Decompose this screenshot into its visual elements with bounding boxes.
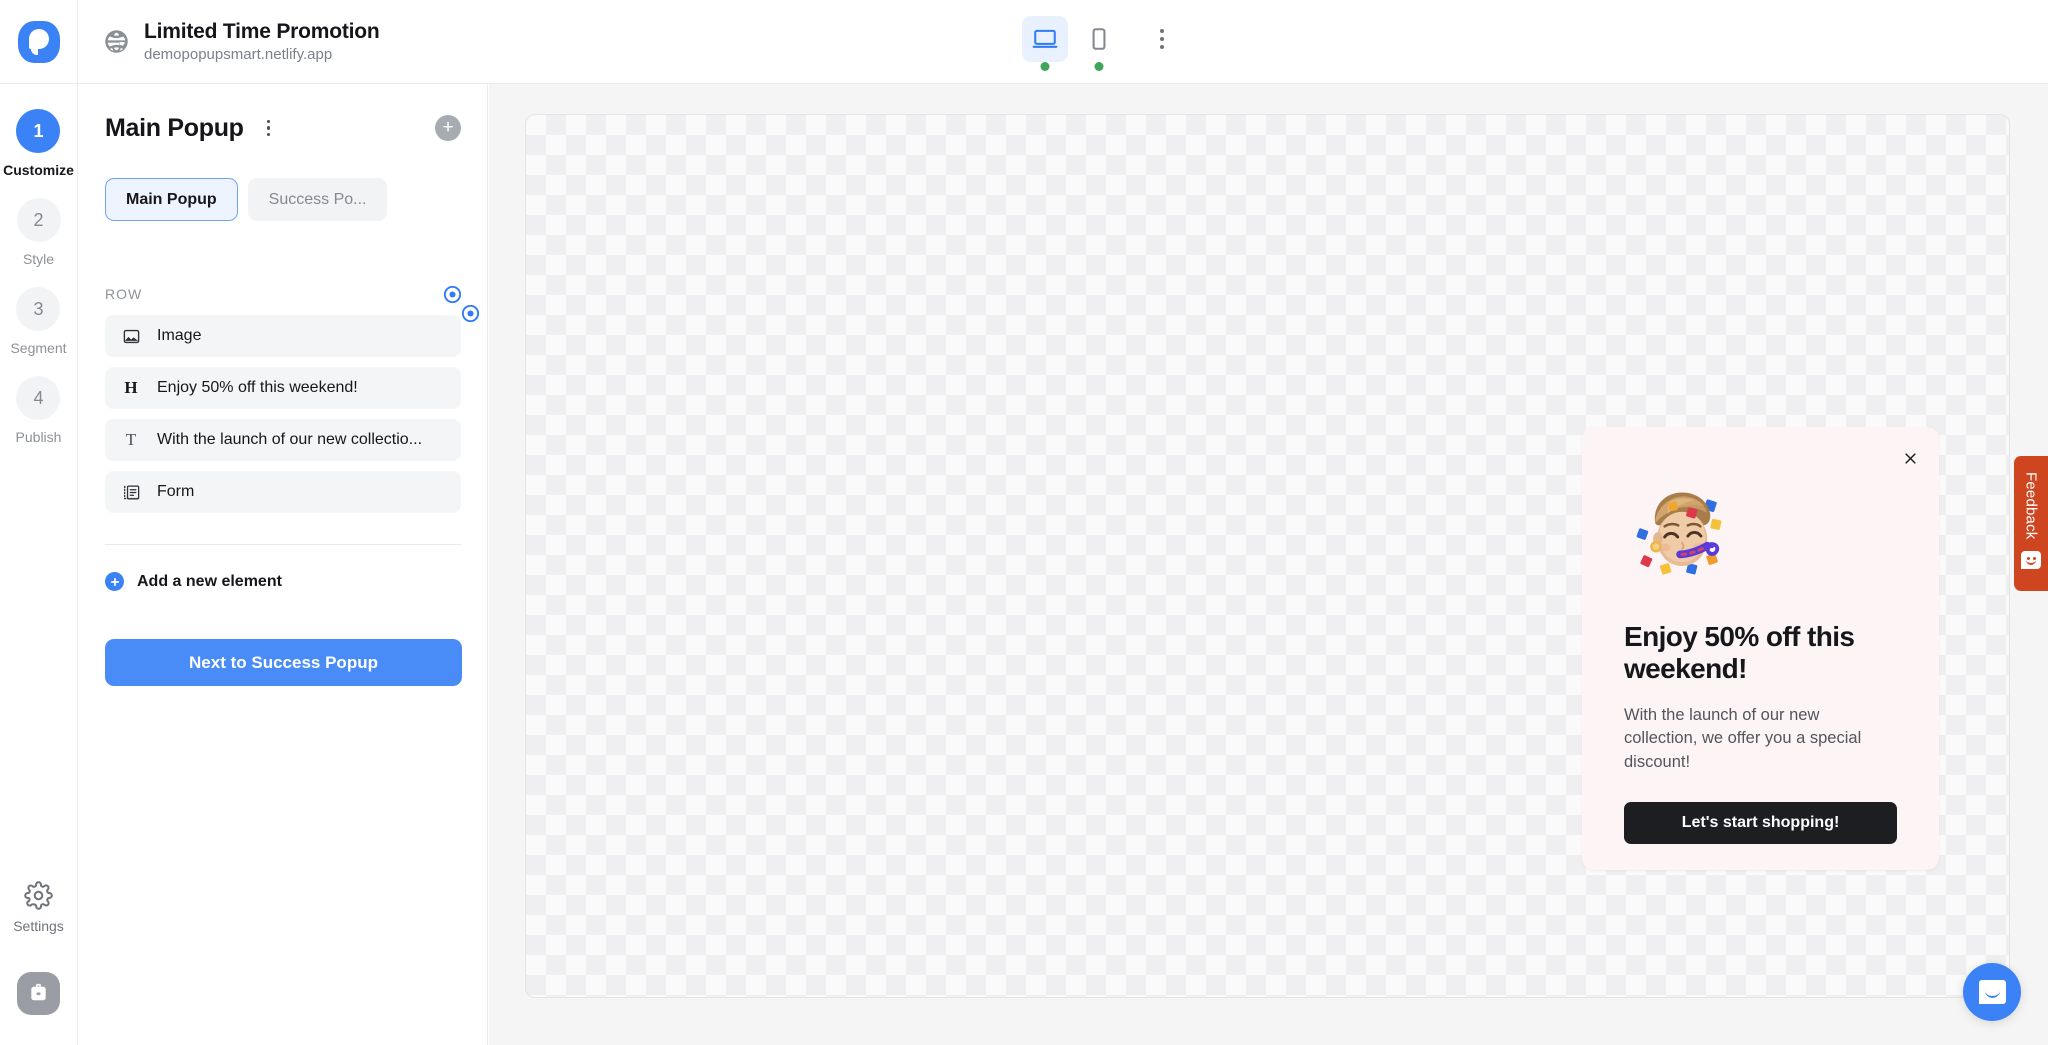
step-label: Segment [10,340,67,356]
kebab-menu-icon [266,119,271,124]
popup-cta-button[interactable]: Let's start shopping! [1624,802,1897,845]
party-face-emoji-image [1626,479,1742,595]
radio-selected-icon [462,305,479,322]
kebab-menu-icon [1160,29,1164,33]
popupsmart-editor-app: Limited Time Promotion demopopupsmart.ne… [0,0,2048,1045]
toolbox-button[interactable] [17,972,60,1015]
row-select-radio-icon[interactable] [444,285,461,303]
popupsmart-logo-icon [17,20,60,63]
next-to-success-popup-button[interactable]: Next to Success Popup [105,639,462,686]
element-list: Image H Enjoy 50% off this weekend! T Wi… [105,305,479,513]
plus-circle-icon: + [442,116,454,138]
globe-icon [103,28,130,55]
feedback-label: Feedback [2022,472,2040,540]
step-label: Style [22,251,55,267]
device-mobile-button[interactable] [1076,16,1122,71]
list-item-text[interactable]: T With the launch of our new collectio..… [105,419,461,461]
sidebar-step-publish[interactable]: 4 Publish [15,376,62,445]
add-new-element-button[interactable]: Add a new element [105,572,461,591]
step-label: Publish [15,429,62,445]
plus-circle-icon [105,572,124,591]
list-item-form[interactable]: Form [105,471,461,513]
desktop-status-dot [1040,62,1050,71]
popup-body: Enjoy 50% off this weekend! With the lau… [1582,427,1939,845]
close-icon [1904,452,1916,464]
list-item-heading[interactable]: H Enjoy 50% off this weekend! [105,367,461,409]
popup-heading: Enjoy 50% off this weekend! [1624,621,1855,684]
row-label: ROW [105,286,143,302]
feedback-smiley-icon [2021,551,2041,570]
editor-panel: Main Popup + Main Popup Success Po... RO… [79,84,488,1045]
row-section-header: ROW [105,283,461,305]
heading-icon: H [124,378,138,397]
radio-selected-icon [444,285,461,303]
step-number-badge: 1 [16,109,61,153]
tab-label: Success Po... [268,190,367,208]
briefcase-icon [31,983,46,1001]
mobile-icon [1092,28,1106,50]
panel-divider [105,544,461,545]
popup-close-button[interactable] [1899,447,1921,469]
image-icon [121,326,141,346]
add-new-element-label: Add a new element [137,572,282,590]
app-logo-cell[interactable] [0,0,78,84]
intercom-chat-icon [1978,980,2006,1004]
site-url-label: demopopupsmart.netlify.app [144,46,333,63]
element-label: Form [157,483,195,500]
element-select-radio-icon[interactable] [462,305,479,322]
step-number-badge: 2 [16,198,61,242]
step-number-badge: 3 [16,287,61,331]
gear-icon [24,881,53,910]
sidebar-step-customize[interactable]: 1 Customize [3,109,74,178]
popup-step-tabs: Main Popup Success Po... [105,178,461,221]
text-icon: T [125,430,137,449]
chat-launcher-button[interactable] [1963,963,2021,1021]
header-more-menu-button[interactable] [1142,19,1182,59]
top-header-bar: Limited Time Promotion demopopupsmart.ne… [0,0,2048,84]
site-info-block: Limited Time Promotion demopopupsmart.ne… [78,20,380,63]
popup-paragraph: With the launch of our new collection, w… [1624,705,1862,771]
editor-panel-header: Main Popup + [105,104,461,152]
page-title: Limited Time Promotion [144,20,380,43]
tab-label: Main Popup [126,190,217,208]
element-label: Enjoy 50% off this weekend! [157,379,358,396]
step-rail-sidebar: 1 Customize 2 Style 3 Segment 4 Publish … [0,84,78,1045]
device-desktop-button[interactable] [1022,16,1068,71]
element-label: With the launch of our new collectio... [157,431,423,448]
tab-success-popup[interactable]: Success Po... [247,178,388,221]
list-item-image[interactable]: Image [105,305,479,357]
tab-main-popup[interactable]: Main Popup [105,178,238,221]
step-label: Customize [3,162,74,178]
element-label: Image [157,327,202,344]
preview-canvas-area: Enjoy 50% off this weekend! With the lau… [489,84,2048,1045]
editor-panel-title: Main Popup [105,113,244,142]
add-popup-button[interactable]: + [435,115,461,141]
rail-bottom-group: Settings [13,881,64,1045]
step-number-badge: 4 [16,376,61,420]
feedback-tab[interactable]: Feedback [2014,456,2048,591]
settings-label: Settings [13,918,64,934]
mobile-status-dot [1094,62,1104,71]
panel-more-menu-button[interactable] [256,113,282,143]
popup-preview: Enjoy 50% off this weekend! With the lau… [1582,427,1939,870]
desktop-icon [1032,29,1058,48]
sidebar-step-segment[interactable]: 3 Segment [10,287,67,356]
sidebar-item-settings[interactable]: Settings [13,881,64,934]
device-preview-toggle [1022,16,1182,71]
form-icon [121,482,141,502]
sidebar-step-style[interactable]: 2 Style [16,198,61,267]
